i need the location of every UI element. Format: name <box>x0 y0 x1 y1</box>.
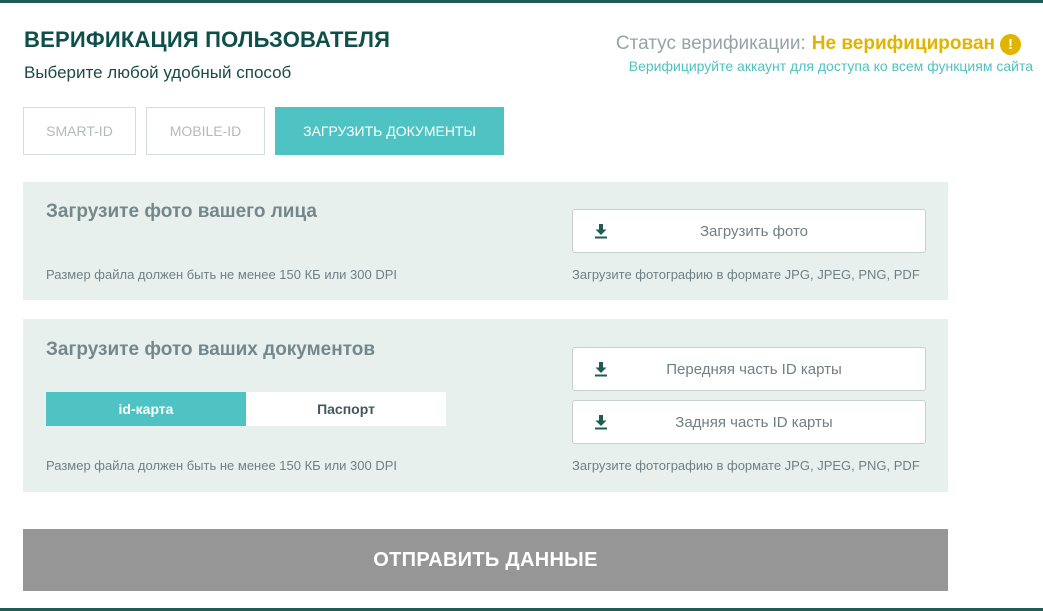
documents-section-title: Загрузите фото ваших документов <box>46 339 376 360</box>
face-section-title: Загрузите фото вашего лица <box>46 201 317 222</box>
page-subtitle: Выберите любой удобный способ <box>24 63 292 82</box>
verification-status: Статус верификации: Не верифицирован ! <box>616 33 1021 55</box>
face-format-hint: Загрузите фотографию в формате JPG, JPEG… <box>572 267 920 282</box>
upload-id-back-label: Задняя часть ID карты <box>675 413 833 431</box>
documents-size-hint: Размер файла должен быть не менее 150 КБ… <box>46 458 398 473</box>
doc-type-id-card[interactable]: id-карта <box>46 392 246 426</box>
face-size-hint: Размер файла должен быть не менее 150 КБ… <box>46 267 398 282</box>
status-label: Статус верификации: <box>615 33 806 54</box>
download-icon <box>595 224 607 239</box>
tab-upload-documents[interactable]: ЗАГРУЗИТЬ ДОКУМЕНТЫ <box>275 107 504 155</box>
upload-id-front-button[interactable]: Передняя часть ID карты <box>572 347 926 391</box>
documents-upload-panel: Загрузите фото ваших документов id-карта… <box>23 319 948 492</box>
documents-format-hint: Загрузите фотографию в формате JPG, JPEG… <box>572 458 920 473</box>
top-border <box>0 0 1043 3</box>
download-icon <box>595 362 607 377</box>
face-upload-panel: Загрузите фото вашего лица Загрузить фот… <box>23 182 948 300</box>
doc-type-passport[interactable]: Паспорт <box>246 392 446 426</box>
upload-photo-button[interactable]: Загрузить фото <box>572 209 926 253</box>
document-type-toggle: id-карта Паспорт <box>46 392 446 426</box>
upload-id-back-button[interactable]: Задняя часть ID карты <box>572 400 926 444</box>
submit-button[interactable]: ОТПРАВИТЬ ДАННЫЕ <box>23 529 948 591</box>
page-title: ВЕРИФИКАЦИЯ ПОЛЬЗОВАТЕЛЯ <box>24 27 391 52</box>
upload-photo-label: Загрузить фото <box>699 222 809 240</box>
status-note: Верифицируйте аккаунт для доступа ко все… <box>628 58 1033 74</box>
status-value: Не верифицирован <box>811 33 995 54</box>
tab-smart-id[interactable]: SMART-ID <box>23 107 136 155</box>
warning-icon: ! <box>1000 33 1021 55</box>
tab-mobile-id[interactable]: MOBILE-ID <box>146 107 265 155</box>
download-icon <box>595 415 607 430</box>
upload-id-front-label: Передняя часть ID карты <box>666 360 842 378</box>
